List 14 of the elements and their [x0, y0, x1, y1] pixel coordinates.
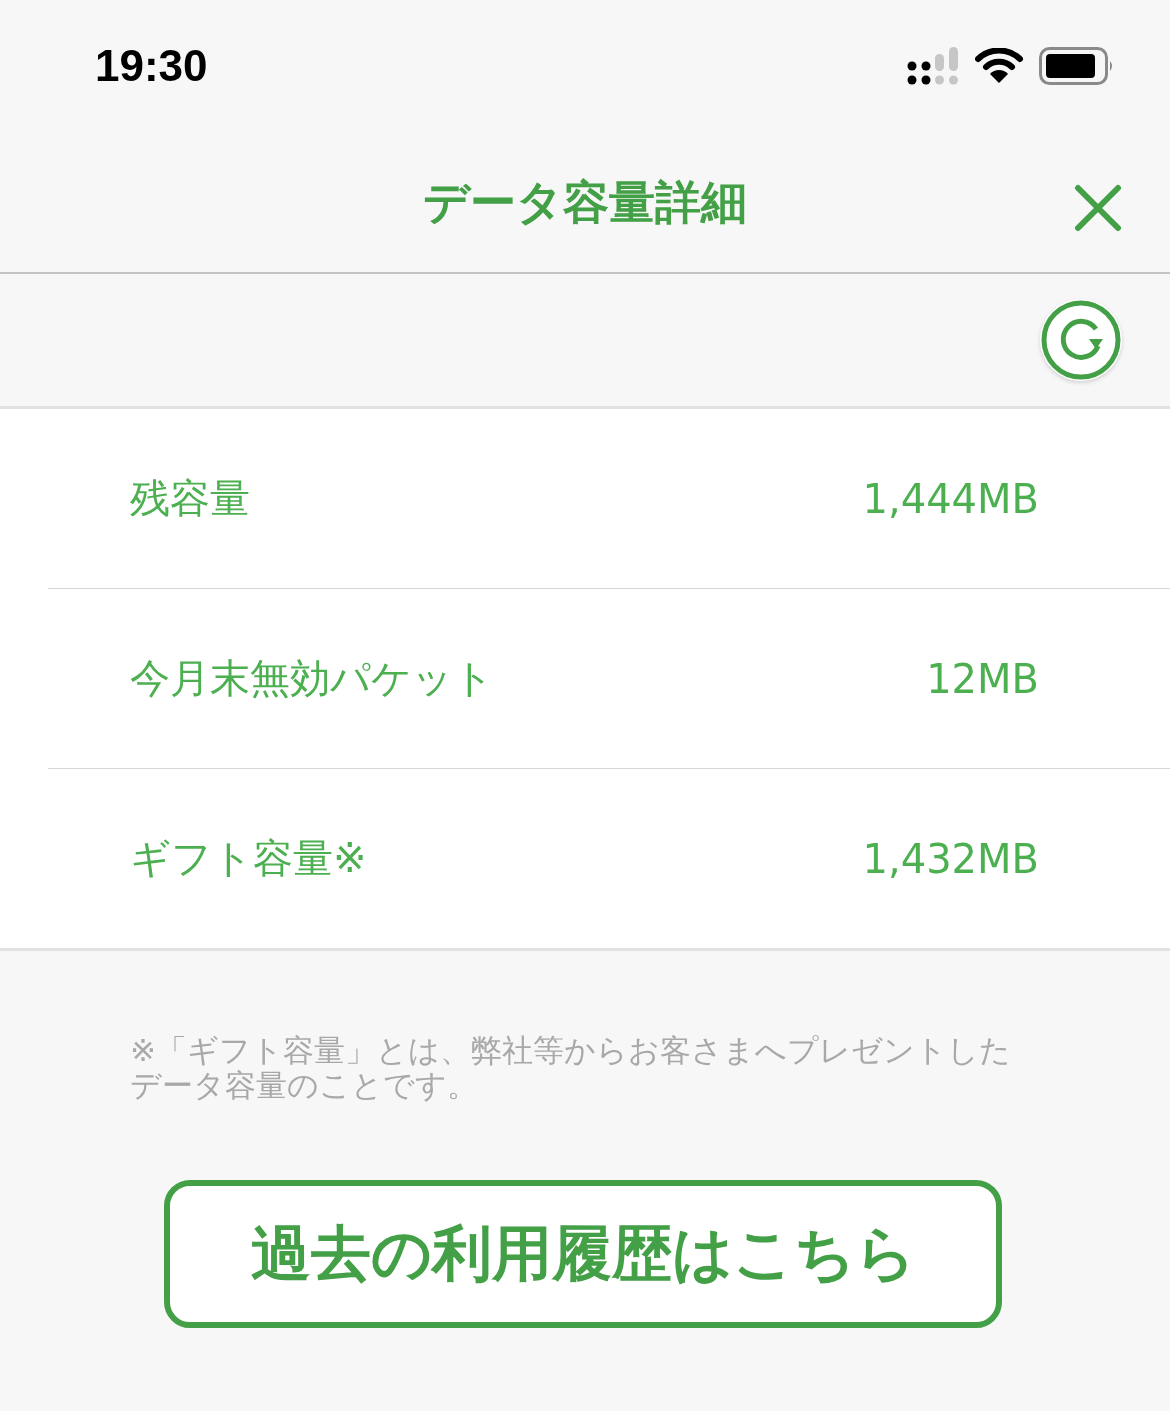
refresh-button[interactable]: [1040, 299, 1122, 381]
row-label: ギフト容量※: [130, 834, 367, 883]
row-value: 12MB: [926, 655, 1039, 702]
signal-icon: [907, 47, 959, 85]
status-time: 19:30: [95, 41, 208, 91]
footnote: ※「ギフト容量」とは、弊社等からお客さまへプレゼントしたデータ容量のことです。: [130, 1033, 1012, 1103]
battery-icon: [1039, 47, 1115, 85]
row-value: 1,432MB: [862, 835, 1039, 882]
row-label: 今月末無効パケット: [130, 654, 494, 703]
row-label: 残容量: [130, 474, 250, 523]
row-value: 1,444MB: [862, 475, 1039, 522]
screen-title: データ容量詳細: [423, 174, 747, 231]
wifi-icon: [975, 48, 1023, 84]
history-button[interactable]: 過去の利用履歴はこちら: [164, 1180, 1002, 1329]
